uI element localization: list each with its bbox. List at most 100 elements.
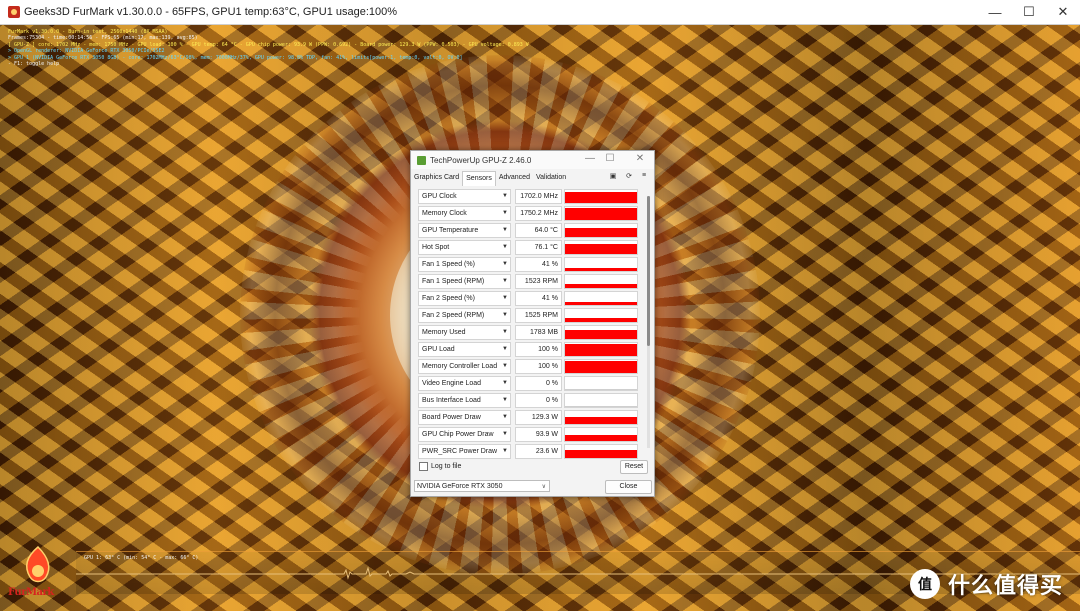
sensor-value: 0 % xyxy=(515,376,562,391)
reset-button[interactable]: Reset xyxy=(620,460,648,474)
sensor-row: Memory Clock ▼ 1750.2 MHz xyxy=(418,206,645,221)
log-to-file-label: Log to file xyxy=(431,463,462,470)
sensor-name-dropdown[interactable]: Fan 2 Speed (RPM) xyxy=(418,308,511,323)
sensor-name-dropdown[interactable]: GPU Temperature xyxy=(418,223,511,238)
sensor-graph-bar xyxy=(565,267,637,271)
sensor-graph-bar xyxy=(565,389,637,390)
furmark-flame-icon xyxy=(25,545,50,583)
sensor-row: Fan 2 Speed (%) ▼ 41 % xyxy=(418,291,645,306)
dropdown-arrow-icon[interactable]: ▼ xyxy=(502,240,508,255)
gpuz-titlebar[interactable]: TechPowerUp GPU-Z 2.46.0 — ☐ ✕ xyxy=(411,151,654,169)
tab-sensors[interactable]: Sensors xyxy=(462,170,496,186)
sensor-graph xyxy=(564,444,638,459)
sensor-value: 1525 RPM xyxy=(515,308,562,323)
gpuz-app-icon xyxy=(417,155,426,165)
gpu-selector[interactable]: NVIDIA GeForce RTX 3050 ∨ xyxy=(414,480,550,492)
minimize-button[interactable]: — xyxy=(978,0,1012,24)
furmark-logo: FurMark xyxy=(6,545,72,607)
overlay-line: - F1: toggle help xyxy=(8,61,60,68)
dropdown-arrow-icon[interactable]: ▼ xyxy=(502,444,508,459)
menu-icon[interactable]: ≡ xyxy=(638,172,650,179)
gpuz-window: TechPowerUp GPU-Z 2.46.0 — ☐ ✕ Graphics … xyxy=(410,150,655,497)
sensor-row: Bus Interface Load ▼ 0 % xyxy=(418,393,645,408)
sensor-name-dropdown[interactable]: Fan 2 Speed (%) xyxy=(418,291,511,306)
sensor-name-dropdown[interactable]: Fan 1 Speed (%) xyxy=(418,257,511,272)
dropdown-arrow-icon[interactable]: ▼ xyxy=(502,410,508,425)
dropdown-arrow-icon[interactable]: ▼ xyxy=(502,206,508,221)
watermark-text: 什么值得买 xyxy=(948,573,1064,598)
sensor-scrollbar[interactable] xyxy=(647,196,650,448)
sensor-value: 100 % xyxy=(515,342,562,357)
dropdown-arrow-icon[interactable]: ▼ xyxy=(502,393,508,408)
sensor-graph xyxy=(564,223,638,238)
sensor-name-dropdown[interactable]: Hot Spot xyxy=(418,240,511,255)
dropdown-arrow-icon[interactable]: ▼ xyxy=(502,427,508,442)
sensor-graph-bar xyxy=(565,318,637,322)
dropdown-arrow-icon[interactable]: ▼ xyxy=(502,308,508,323)
main-titlebar[interactable]: Geeks3D FurMark v1.30.0.0 - 65FPS, GPU1 … xyxy=(0,0,1080,25)
sensor-graph-bar xyxy=(565,244,637,254)
sensor-value: 41 % xyxy=(515,291,562,306)
sensor-graph xyxy=(564,291,638,306)
sensor-graph-bar xyxy=(565,434,637,441)
sensor-name-dropdown[interactable]: Bus Interface Load xyxy=(418,393,511,408)
gpuz-maximize-button[interactable]: ☐ xyxy=(603,153,617,164)
sensor-graph xyxy=(564,342,638,357)
sensor-graph xyxy=(564,393,638,408)
sensor-name-dropdown[interactable]: GPU Load xyxy=(418,342,511,357)
gpuz-minimize-button[interactable]: — xyxy=(583,153,597,164)
gpuz-title: TechPowerUp GPU-Z 2.46.0 xyxy=(430,155,532,165)
dropdown-arrow-icon[interactable]: ▼ xyxy=(502,325,508,340)
sensor-graph-bar xyxy=(565,450,637,458)
sensor-graph-bar xyxy=(565,208,637,220)
dropdown-arrow-icon[interactable]: ▼ xyxy=(502,342,508,357)
sensor-row: Fan 2 Speed (RPM) ▼ 1525 RPM xyxy=(418,308,645,323)
sensor-graph-bar xyxy=(565,301,637,305)
watermark-logo-icon: 值 xyxy=(910,569,940,599)
scrollbar-thumb[interactable] xyxy=(647,196,650,346)
dropdown-arrow-icon[interactable]: ▼ xyxy=(502,223,508,238)
maximize-button[interactable]: ☐ xyxy=(1012,0,1046,24)
sensor-name-dropdown[interactable]: Video Engine Load xyxy=(418,376,511,391)
dropdown-arrow-icon[interactable]: ▼ xyxy=(502,257,508,272)
sensor-name-dropdown[interactable]: Memory Clock xyxy=(418,206,511,221)
dropdown-arrow-icon[interactable]: ▼ xyxy=(502,274,508,289)
log-to-file-option[interactable]: Log to file xyxy=(419,462,461,471)
dropdown-arrow-icon[interactable]: ▼ xyxy=(502,359,508,374)
dropdown-arrow-icon[interactable]: ▼ xyxy=(502,291,508,306)
furmark-logo-text: FurMark xyxy=(8,587,54,598)
sensor-row: Hot Spot ▼ 76.1 °C xyxy=(418,240,645,255)
sensor-name-dropdown[interactable]: GPU Chip Power Draw xyxy=(418,427,511,442)
camera-icon[interactable]: ▣ xyxy=(607,172,619,180)
tab-graphics-card[interactable]: Graphics Card xyxy=(411,171,462,185)
tab-advanced[interactable]: Advanced xyxy=(496,171,533,185)
sensor-value: 129.3 W xyxy=(515,410,562,425)
sensor-value: 1523 RPM xyxy=(515,274,562,289)
tab-validation[interactable]: Validation xyxy=(533,171,569,185)
sensor-graph-bar xyxy=(565,227,637,237)
gpuz-close-button[interactable]: ✕ xyxy=(633,153,647,164)
dropdown-arrow-icon[interactable]: ▼ xyxy=(502,189,508,204)
furmark-window: Geeks3D FurMark v1.30.0.0 - 65FPS, GPU1 … xyxy=(0,0,1080,611)
log-to-file-checkbox[interactable] xyxy=(419,462,428,471)
sensor-row: GPU Load ▼ 100 % xyxy=(418,342,645,357)
sensor-name-dropdown[interactable]: GPU Clock xyxy=(418,189,511,204)
sensor-row: GPU Clock ▼ 1702.0 MHz xyxy=(418,189,645,204)
sensor-list: GPU Clock ▼ 1702.0 MHz Memory Clock ▼ 1750.2 … xyxy=(418,189,645,459)
sensor-graph-bar xyxy=(565,344,637,356)
sensor-name-dropdown[interactable]: Memory Used xyxy=(418,325,511,340)
sensor-graph-bar xyxy=(565,361,637,373)
sensor-name-dropdown[interactable]: Fan 1 Speed (RPM) xyxy=(418,274,511,289)
sensor-name-dropdown[interactable]: Board Power Draw xyxy=(418,410,511,425)
dropdown-arrow-icon[interactable]: ▼ xyxy=(502,376,508,391)
sensor-name-dropdown[interactable]: PWR_SRC Power Draw xyxy=(418,444,511,459)
sensor-name-dropdown[interactable]: Memory Controller Load xyxy=(418,359,511,374)
close-button[interactable]: ✕ xyxy=(1046,0,1080,24)
sensor-value: 23.6 W xyxy=(515,444,562,459)
refresh-icon[interactable]: ⟳ xyxy=(623,172,635,180)
sensor-graph xyxy=(564,206,638,221)
close-gpuz-button[interactable]: Close xyxy=(605,480,652,494)
sensor-graph-bar xyxy=(565,284,637,288)
sensor-value: 100 % xyxy=(515,359,562,374)
chevron-down-icon: ∨ xyxy=(541,484,546,490)
